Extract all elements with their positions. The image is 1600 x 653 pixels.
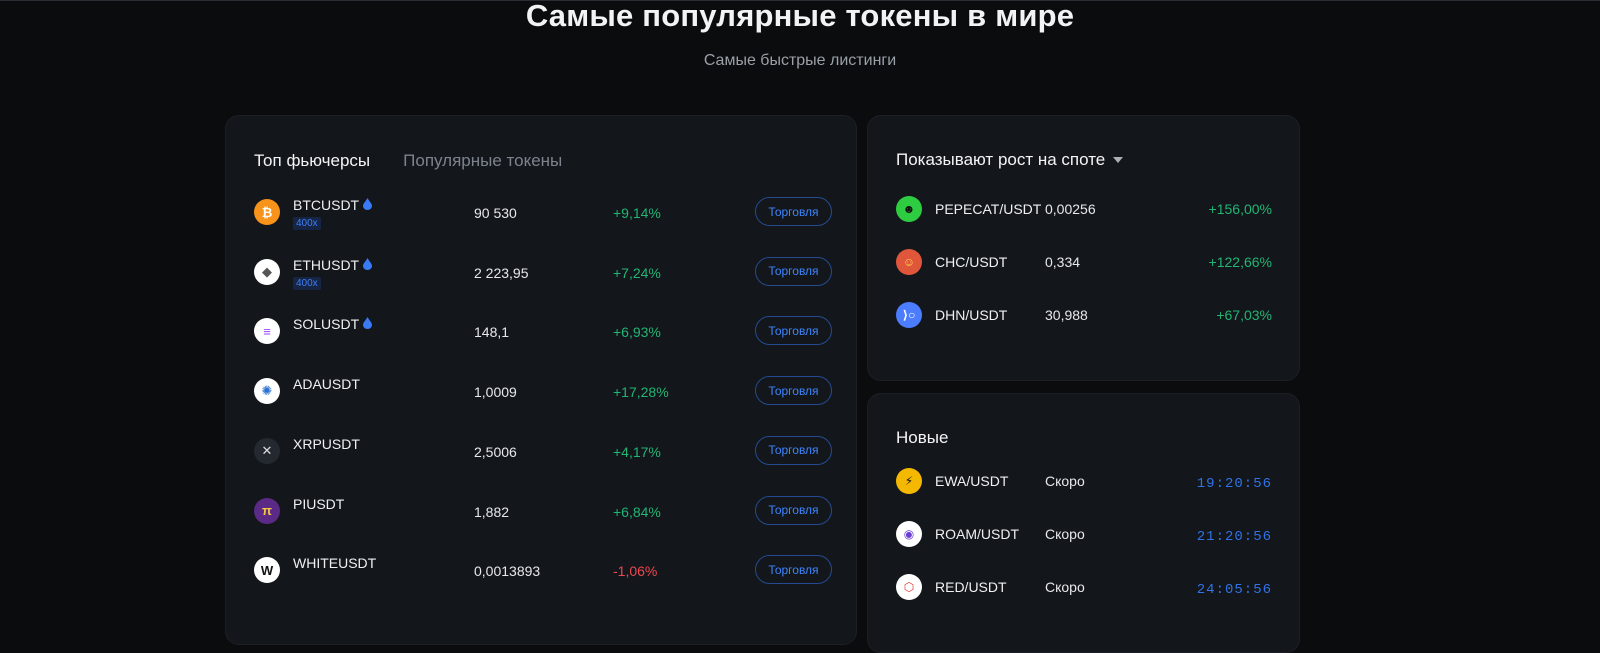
pair-name[interactable]: PEPECAT/USDT: [935, 201, 1041, 217]
spot-gainers-title: Показывают рост на споте: [896, 150, 1106, 169]
change-percent: +4,17%: [613, 443, 661, 460]
new-listing-row[interactable]: ⚡ EWA/USDT Скоро 19:20:56: [896, 466, 1272, 496]
futures-row[interactable]: ₿ BTCUSDT 400x 90 530 +9,14% Торговля: [254, 192, 832, 232]
xrp-icon: ✕: [254, 437, 280, 464]
pair-name[interactable]: EWA/USDT: [935, 473, 1008, 489]
ewa-icon: ⚡: [896, 468, 922, 494]
spot-gainers-card: Показывают рост на споте ☻ PEPECAT/USDT …: [867, 115, 1300, 381]
red-icon: ⬡: [896, 574, 922, 600]
change-percent: +17,28%: [613, 384, 669, 401]
page-subtitle: Самые быстрые листинги: [703, 52, 897, 69]
change-percent: +6,93%: [613, 324, 661, 341]
spot-row[interactable]: ⟩○ DHN/USDT 30,988 +67,03%: [896, 300, 1272, 330]
hot-drop-icon: [363, 257, 373, 273]
pair-name[interactable]: ROAM/USDT: [935, 526, 1019, 542]
new-listing-row[interactable]: ◉ ROAM/USDT Скоро 21:20:56: [896, 519, 1272, 549]
pepecat-icon: ☻: [896, 196, 922, 222]
pair-label: SOLUSDT: [293, 316, 360, 333]
futures-row[interactable]: ≡ SOLUSDT 148,1 +6,93% Торговля: [254, 311, 832, 351]
new-listing-row[interactable]: ⬡ RED/USDT Скоро 24:05:56: [896, 572, 1272, 602]
pair-name[interactable]: PIUSDT: [293, 496, 344, 512]
price: 0,334: [1045, 254, 1081, 270]
spot-gainers-dropdown[interactable]: Показывают рост на споте: [896, 150, 1124, 170]
change-percent: -1,06%: [613, 563, 658, 580]
countdown-timer: 19:20:56: [1196, 476, 1272, 492]
futures-row[interactable]: ✕ XRPUSDT 2,5006 +4,17% Торговля: [254, 431, 832, 471]
futures-row[interactable]: W WHITEUSDT 0,0013893 -1,06% Торговля: [254, 550, 832, 590]
chc-icon: ☺: [896, 249, 922, 275]
listing-status: Скоро: [1045, 526, 1085, 542]
futures-card: Топ фьючерсы Популярные токены ₿ BTCUSDT…: [225, 115, 857, 645]
futures-row[interactable]: ◆ ETHUSDT 400x 2 223,95 +7,24% Торговля: [254, 252, 832, 292]
price: 0,00256: [1045, 201, 1096, 217]
pair-label: ADAUSDT: [293, 376, 360, 393]
countdown-timer: 24:05:56: [1196, 582, 1272, 598]
pair-name[interactable]: XRPUSDT: [293, 436, 360, 452]
tab-top-futures[interactable]: Топ фьючерсы: [254, 151, 370, 171]
tab-popular-tokens[interactable]: Популярные токены: [403, 151, 562, 171]
leverage-badge: 400x: [293, 217, 321, 230]
pair-name[interactable]: WHITEUSDT: [293, 555, 376, 571]
pair-name[interactable]: DHN/USDT: [935, 307, 1007, 323]
change-percent: +6,84%: [613, 503, 661, 520]
trade-button[interactable]: Торговля: [755, 256, 832, 286]
trade-button[interactable]: Торговля: [755, 495, 832, 525]
price: 0,0013893: [474, 563, 541, 580]
hot-drop-icon: [363, 316, 373, 332]
new-listings-title: Новые: [896, 428, 949, 447]
bitcoin-icon: ₿: [254, 199, 280, 225]
ethereum-icon: ◆: [254, 258, 280, 285]
change-percent: +9,14%: [613, 205, 661, 221]
pair-name[interactable]: ADAUSDT: [293, 376, 360, 392]
price: 2,5006: [474, 443, 517, 460]
price: 90 530: [474, 205, 517, 221]
pair-label: WHITEUSDT: [293, 555, 377, 572]
trade-button[interactable]: Торговля: [755, 435, 832, 465]
leverage-badge: 400x: [293, 276, 321, 290]
pair-label: XRPUSDT: [293, 435, 360, 452]
spot-row[interactable]: ☻ PEPECAT/USDT 0,00256 +156,00%: [896, 194, 1272, 224]
futures-row[interactable]: ✺ ADAUSDT 1,0009 +17,28% Торговля: [254, 371, 832, 411]
pair-name[interactable]: BTCUSDT: [293, 197, 373, 213]
price: 1,0009: [474, 384, 517, 401]
pair-label: BTCUSDT: [293, 197, 360, 213]
cardano-icon: ✺: [254, 378, 280, 405]
pair-label: ETHUSDT: [293, 256, 360, 273]
pair-name[interactable]: SOLUSDT: [293, 316, 373, 333]
trade-button[interactable]: Торговля: [755, 197, 832, 226]
futures-tabs: Топ фьючерсы Популярные токены: [254, 151, 562, 171]
futures-row[interactable]: π PIUSDT 1,882 +6,84% Торговля: [254, 491, 832, 531]
price: 148,1: [474, 324, 510, 341]
spot-row[interactable]: ☺ CHC/USDT 0,334 +122,66%: [896, 247, 1272, 277]
pi-icon: π: [254, 497, 280, 524]
trade-button[interactable]: Торговля: [755, 316, 832, 346]
page-title: Самые популярные токены в мире: [525, 0, 1075, 33]
hot-drop-icon: [363, 197, 373, 213]
pair-name[interactable]: CHC/USDT: [935, 254, 1007, 270]
caret-down-icon: [1113, 157, 1124, 163]
change-percent: +67,03%: [1216, 307, 1272, 323]
price: 30,988: [1045, 307, 1088, 323]
price: 1,882: [474, 503, 510, 520]
price: 2 223,95: [474, 264, 529, 281]
pair-name[interactable]: RED/USDT: [935, 579, 1007, 595]
pair-name[interactable]: ETHUSDT: [293, 256, 373, 273]
listing-status: Скоро: [1045, 579, 1085, 595]
roam-icon: ◉: [896, 521, 922, 547]
listing-status: Скоро: [1045, 473, 1085, 489]
trade-button[interactable]: Торговля: [755, 555, 832, 585]
change-percent: +7,24%: [613, 264, 661, 281]
countdown-timer: 21:20:56: [1196, 529, 1272, 545]
dhn-icon: ⟩○: [896, 302, 922, 328]
change-percent: +156,00%: [1208, 201, 1272, 217]
trade-button[interactable]: Торговля: [755, 376, 832, 406]
pair-label: PIUSDT: [293, 495, 345, 512]
change-percent: +122,66%: [1208, 254, 1272, 270]
solana-icon: ≡: [254, 318, 280, 345]
white-icon: W: [254, 557, 280, 584]
new-listings-card: Новые ⚡ EWA/USDT Скоро 19:20:56 ◉ ROAM/U…: [867, 393, 1300, 653]
